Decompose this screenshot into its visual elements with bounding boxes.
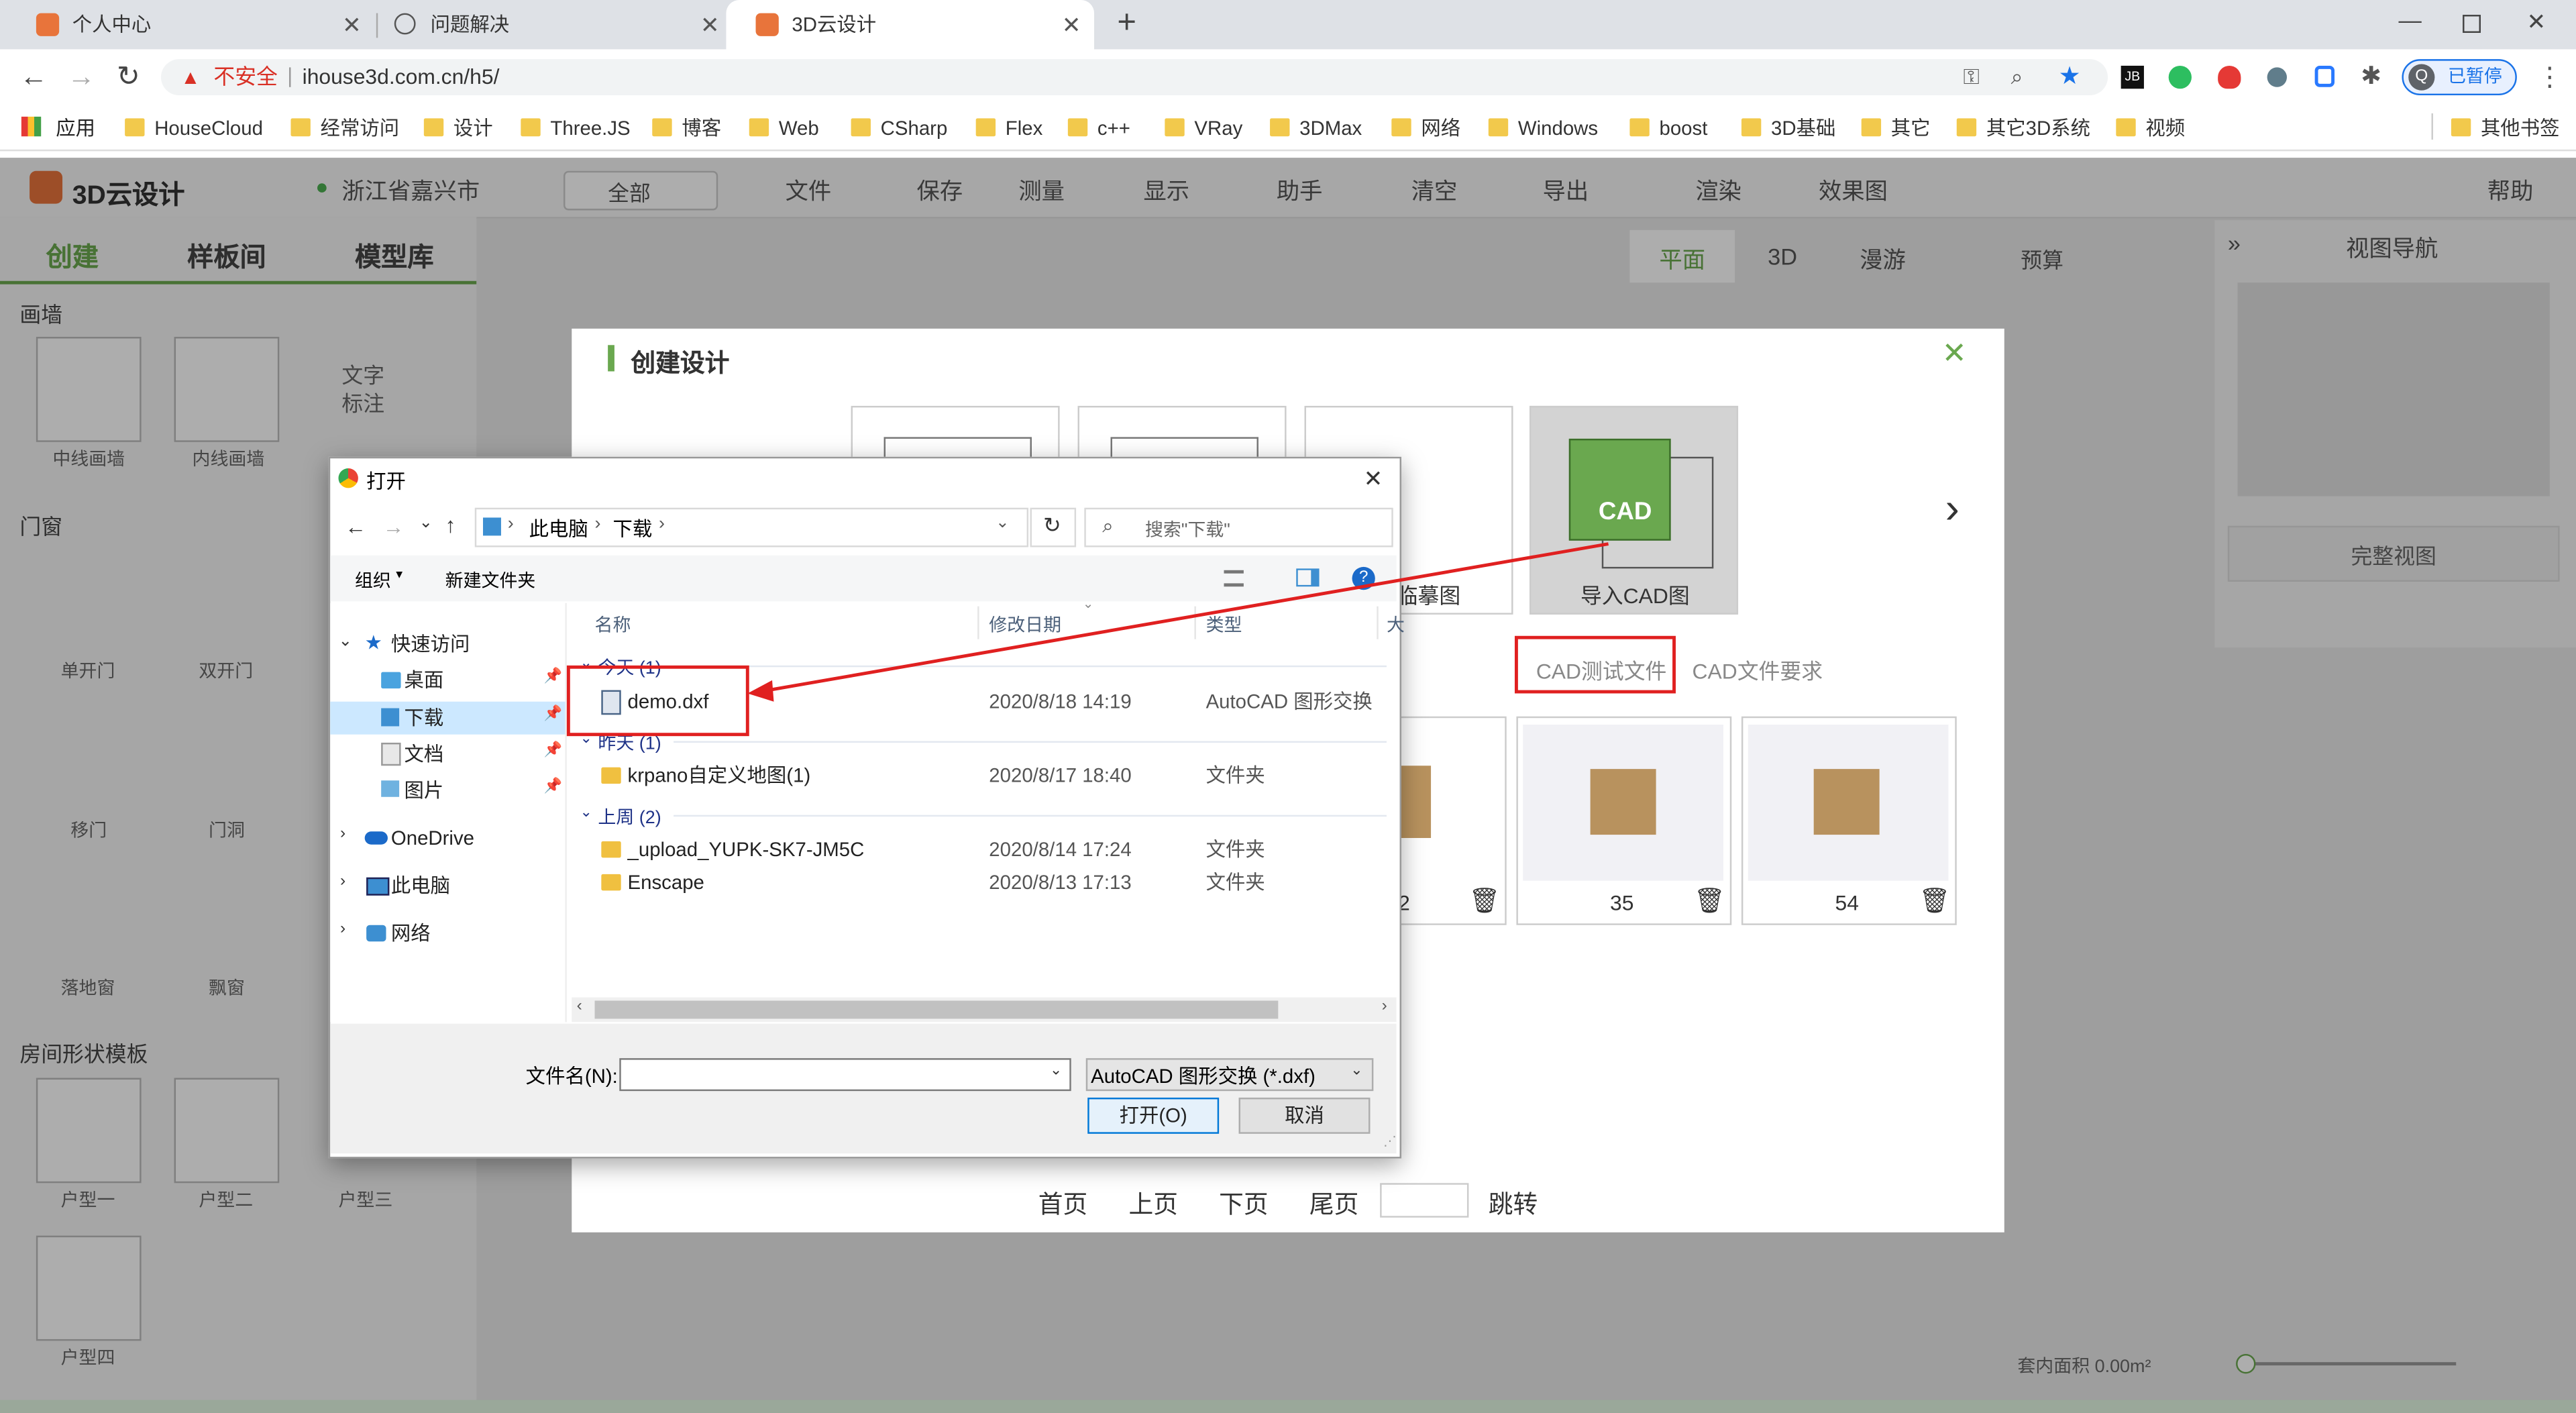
- bottom-strip: [0, 1400, 2576, 1413]
- arrow-head: [747, 680, 774, 702]
- arrow-line: [768, 542, 1609, 692]
- annotation-arrow: [747, 542, 1609, 702]
